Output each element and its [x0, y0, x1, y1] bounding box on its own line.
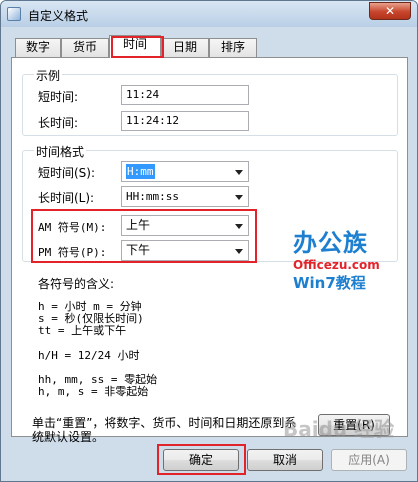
am-symbol-combo[interactable]: 上午 — [121, 215, 249, 236]
long-time-label: 长时间(L): — [38, 191, 95, 205]
short-time-combo[interactable]: H:mm — [121, 161, 249, 182]
tab-number[interactable]: 数字 — [15, 38, 61, 57]
cancel-button[interactable]: 取消 — [247, 449, 323, 471]
sample-short-value: 11:24 — [121, 85, 249, 105]
tab-time[interactable]: 时间 — [109, 35, 161, 58]
tab-date[interactable]: 日期 — [161, 38, 209, 57]
short-time-label: 短时间(S): — [38, 166, 96, 180]
dropdown-arrow-icon — [235, 249, 243, 254]
pm-symbol-label: PM 符号(P): — [38, 246, 107, 259]
am-symbol-label: AM 符号(M): — [38, 221, 107, 234]
sample-short-label: 短时间: — [38, 90, 79, 104]
am-symbol-value: 上午 — [126, 218, 151, 232]
reset-button[interactable]: 重置(R) — [318, 414, 390, 436]
long-time-value: HH:mm:ss — [126, 190, 179, 203]
tab-sort[interactable]: 排序 — [209, 38, 257, 57]
time-format-group-label: 时间格式 — [34, 143, 87, 160]
notation-line: tt = 上午或下午 — [38, 324, 127, 337]
tab-currency[interactable]: 货币 — [61, 38, 109, 57]
sample-group-label: 示例 — [34, 67, 63, 84]
close-button[interactable]: ✕ — [369, 2, 411, 20]
title-bar[interactable]: 自定义格式 ✕ — [1, 1, 417, 27]
ok-button[interactable]: 确定 — [163, 449, 239, 471]
custom-format-dialog: 自定义格式 ✕ 数字 货币 时间 日期 排序 示例 短时间: 11:24 长时间… — [0, 0, 418, 482]
dropdown-arrow-icon — [235, 170, 243, 175]
notation-heading: 各符号的含义: — [38, 277, 115, 291]
control-panel-icon — [7, 7, 21, 21]
window-title: 自定义格式 — [28, 9, 89, 23]
sample-long-value: 11:24:12 — [121, 111, 249, 131]
reset-description-cont: 统默认设置。 — [32, 430, 105, 444]
apply-button: 应用(A) — [331, 449, 407, 471]
short-time-value: H:mm — [126, 164, 155, 179]
notation-line: h, m, s = 非零起始 — [38, 385, 149, 398]
dropdown-arrow-icon — [235, 224, 243, 229]
dropdown-arrow-icon — [235, 195, 243, 200]
long-time-combo[interactable]: HH:mm:ss — [121, 186, 249, 207]
sample-long-label: 长时间: — [38, 116, 79, 130]
time-tab-panel: 示例 短时间: 11:24 长时间: 11:24:12 时间格式 短时间(S):… — [11, 57, 408, 444]
notation-line: h/H = 12/24 小时 — [38, 349, 140, 362]
pm-symbol-value: 下午 — [126, 243, 151, 257]
pm-symbol-combo[interactable]: 下午 — [121, 240, 249, 261]
